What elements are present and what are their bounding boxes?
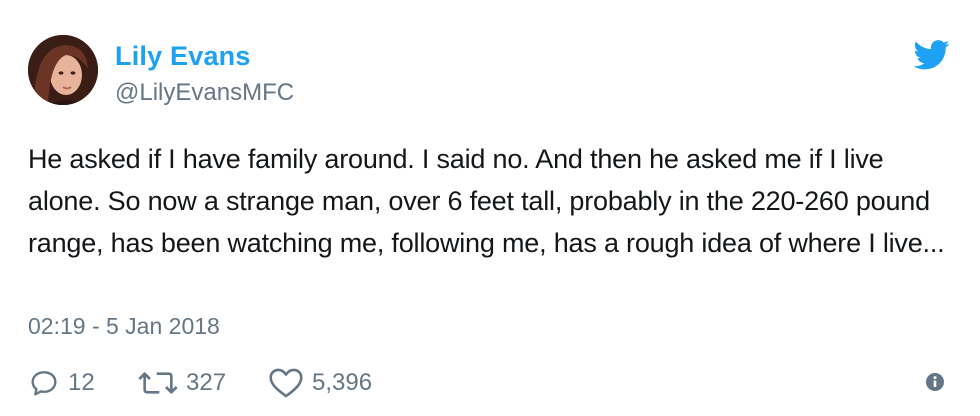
retweet-button[interactable]: 327 [138,366,226,400]
user-handle[interactable]: @LilyEvansMFC [115,79,294,107]
tweet-card: Lily Evans @LilyEvansMFC He asked if I h… [0,0,980,416]
reply-button[interactable]: 12 [28,366,95,400]
avatar[interactable] [28,35,98,105]
like-button[interactable]: 5,396 [268,366,372,400]
retweet-count: 327 [186,369,227,396]
reply-icon [31,371,57,396]
avatar-image [28,35,98,105]
display-name[interactable]: Lily Evans [115,41,251,72]
twitter-bird-icon[interactable] [914,40,950,70]
heart-icon [269,368,303,398]
tweet-text: He asked if I have family around. I said… [28,144,945,258]
reply-count: 12 [68,369,95,396]
tweet-timestamp[interactable]: 02:19 - 5 Jan 2018 [28,313,220,340]
info-icon[interactable] [925,372,945,392]
like-count: 5,396 [312,369,373,396]
retweet-icon [138,372,178,394]
